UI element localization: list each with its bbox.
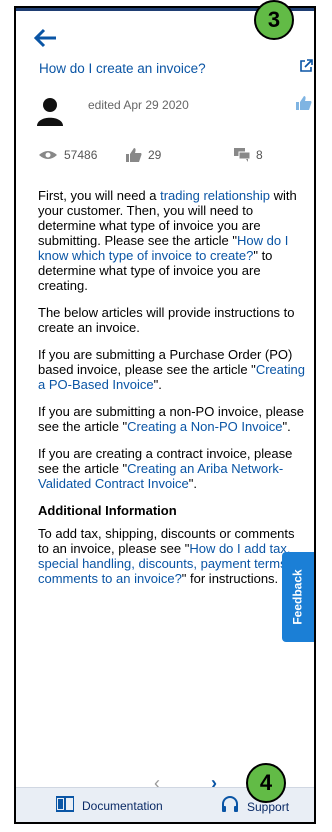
thumbs-up-icon[interactable]	[296, 96, 312, 110]
step-badge-4: 4	[246, 763, 286, 803]
trading-relationship-link[interactable]: trading relationship	[160, 188, 270, 203]
views-stat: 57486	[38, 148, 97, 162]
back-arrow-icon[interactable]	[33, 28, 58, 48]
external-link-icon[interactable]	[299, 59, 313, 73]
documentation-tab[interactable]: Documentation	[55, 796, 163, 815]
book-icon	[55, 796, 75, 815]
page-title: How do I create an invoice?	[39, 61, 206, 76]
paragraph: If you are submitting a non-PO invoice, …	[38, 404, 304, 434]
paragraph: If you are creating a contract invoice, …	[38, 446, 293, 491]
eye-icon	[38, 149, 58, 161]
comments-icon	[234, 148, 250, 162]
non-po-invoice-link[interactable]: Creating a Non-PO Invoice	[127, 419, 282, 434]
app-frame: How do I create an invoice? edited Apr 2…	[14, 6, 316, 824]
article-body: First, you will need a trading relations…	[38, 188, 306, 598]
edited-date: edited Apr 29 2020	[88, 98, 189, 112]
thumbs-up-icon	[126, 148, 142, 162]
likes-count: 29	[148, 148, 162, 162]
avatar	[36, 96, 64, 126]
likes-stat: 29	[126, 148, 161, 162]
feedback-button[interactable]: Feedback	[282, 552, 314, 642]
paragraph: First, you will need a trading relations…	[38, 188, 297, 293]
comments-count: 8	[256, 148, 263, 162]
comments-stat: 8	[234, 148, 263, 162]
paragraph: The below articles will provide instruct…	[38, 305, 295, 335]
headset-icon	[221, 796, 239, 817]
step-badge-3: 3	[254, 0, 294, 40]
paragraph: If you are submitting a Purchase Order (…	[38, 347, 305, 392]
views-count: 57486	[64, 148, 98, 162]
documentation-label: Documentation	[82, 798, 163, 813]
paragraph: To add tax, shipping, discounts or comme…	[38, 526, 306, 586]
section-heading: Additional Information	[38, 503, 177, 518]
